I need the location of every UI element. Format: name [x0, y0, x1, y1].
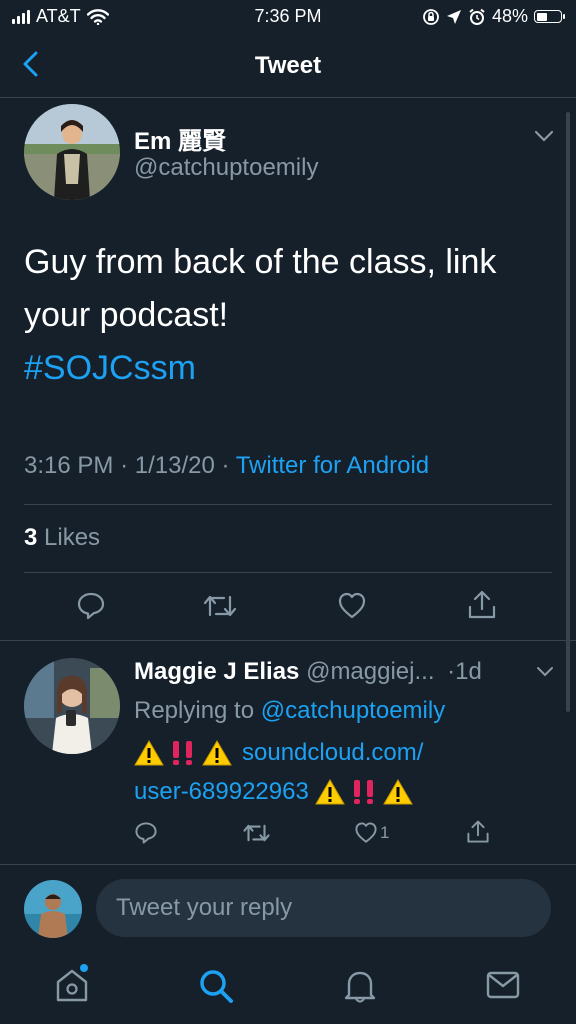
double-exclamation-icon	[353, 779, 373, 804]
divider	[0, 640, 576, 641]
nav-home[interactable]	[54, 964, 90, 1004]
page-title: Tweet	[254, 52, 322, 79]
heart-icon	[355, 822, 377, 843]
status-right: 48%	[422, 6, 565, 27]
double-exclamation-icon	[173, 740, 192, 765]
chevron-down-icon[interactable]	[536, 666, 554, 678]
reply-icon[interactable]	[134, 821, 158, 845]
author-avatar[interactable]	[24, 104, 120, 200]
reply-text-line1: soundcloud.com/	[134, 733, 544, 772]
tweet-time: 3:16 PM	[24, 452, 114, 479]
warning-icon	[134, 739, 164, 765]
reply-age: ·1d	[447, 658, 482, 685]
retweet-icon[interactable]	[242, 821, 271, 845]
reply-icon[interactable]	[76, 591, 106, 621]
reply-text: soundcloud.com/ user-689922963	[134, 733, 544, 811]
author-name[interactable]: Em 麗賢	[134, 121, 226, 156]
tweet-text-line: Guy from back of the class, link	[24, 243, 497, 281]
soundcloud-link-cont[interactable]: user-689922963	[134, 772, 309, 811]
notifications-icon[interactable]	[343, 968, 377, 1004]
alarm-icon	[469, 8, 485, 25]
battery-icon	[534, 10, 565, 23]
replying-to-prefix: Replying to	[134, 697, 255, 724]
divider	[24, 504, 552, 505]
status-bar: AT&T 7:36 PM 48%	[0, 0, 576, 34]
tweet-meta: 3:16 PM · 1/13/20 · Twitter for Android	[24, 452, 429, 480]
warning-icon	[382, 778, 413, 804]
replying-to: Replying to @catchuptoemily	[134, 691, 445, 730]
divider	[0, 864, 576, 865]
location-icon	[446, 9, 461, 24]
warning-icon	[202, 739, 232, 765]
reply-text-line2: user-689922963	[134, 772, 544, 811]
hashtag-link[interactable]: #SOJCssm	[24, 342, 544, 395]
share-icon[interactable]	[466, 819, 490, 845]
meta-separator: ·	[221, 452, 230, 479]
replying-to-handle[interactable]: @catchuptoemily	[261, 697, 445, 724]
reply-author-avatar[interactable]	[24, 658, 120, 754]
warning-icon	[314, 778, 345, 804]
reply-like-count: 1	[380, 823, 390, 842]
reply-input[interactable]: Tweet your reply	[96, 879, 551, 937]
meta-separator: ·	[120, 452, 129, 479]
share-icon[interactable]	[467, 589, 497, 621]
tweet-date: 1/13/20	[134, 452, 215, 479]
tweet-text: Guy from back of the class, link your po…	[24, 236, 544, 395]
retweet-icon[interactable]	[202, 591, 238, 621]
reply-header: Maggie J Elias @maggiej... ·1d	[134, 658, 482, 686]
search-icon[interactable]	[198, 968, 234, 1004]
reply-author-name[interactable]: Maggie J Elias	[134, 658, 299, 685]
top-bar: Tweet	[0, 34, 576, 98]
author-handle[interactable]: @catchuptoemily	[134, 154, 318, 182]
reply-author-handle[interactable]: @maggiej...	[306, 658, 434, 685]
messages-icon[interactable]	[486, 970, 520, 1000]
divider	[24, 572, 552, 573]
my-avatar[interactable]	[24, 880, 82, 938]
battery-fill	[536, 12, 548, 21]
tweet-source-link[interactable]: Twitter for Android	[236, 452, 429, 479]
reply-like-button[interactable]: 1	[354, 821, 389, 845]
likes-count: 3	[24, 524, 38, 551]
orientation-lock-icon	[423, 8, 439, 25]
home-icon	[56, 964, 88, 1002]
likes-stat[interactable]: 3 Likes	[24, 524, 100, 552]
tweet-text-line: your podcast!	[24, 296, 229, 334]
soundcloud-link[interactable]: soundcloud.com/	[242, 733, 423, 772]
battery-percent: 48%	[491, 6, 528, 26]
likes-label: Likes	[44, 524, 101, 551]
scrollbar[interactable]	[566, 112, 570, 712]
heart-icon[interactable]	[337, 591, 367, 621]
chevron-down-icon[interactable]	[534, 129, 554, 143]
